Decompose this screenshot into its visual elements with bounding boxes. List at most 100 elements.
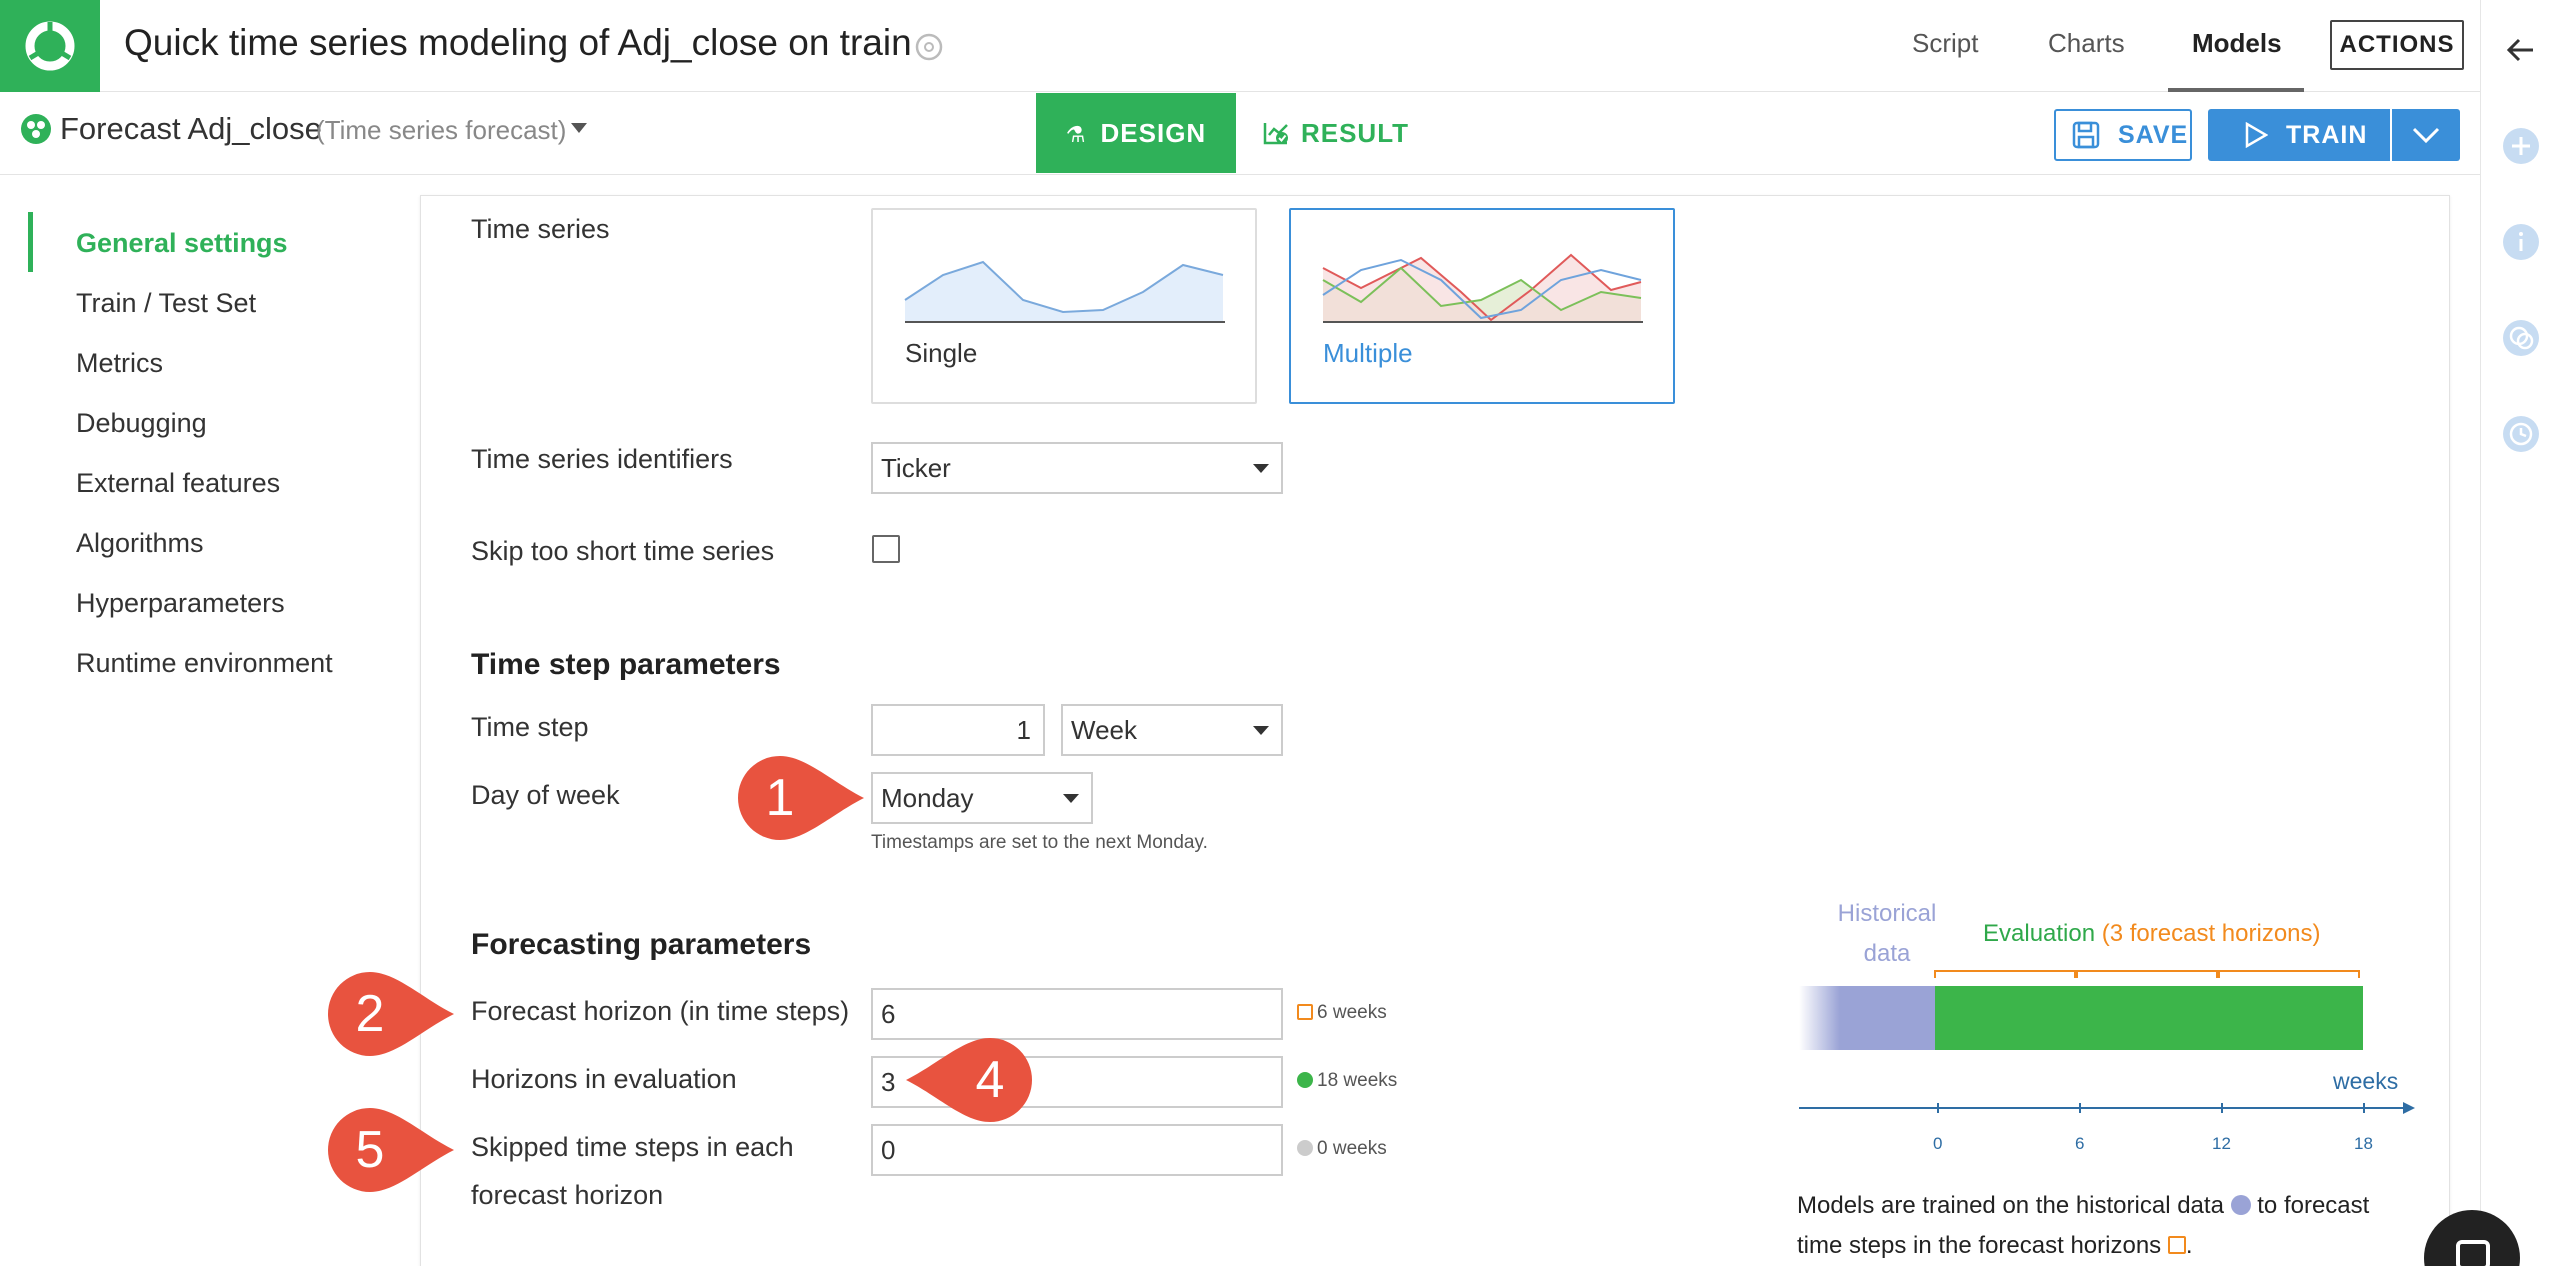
nav-algorithms[interactable]: Algorithms <box>76 528 204 559</box>
historical-swatch <box>2230 1195 2251 1215</box>
axis-arrowhead <box>2403 1102 2415 1114</box>
nav-train-test-set[interactable]: Train / Test Set <box>76 288 256 319</box>
horizon-unit: 6 weeks <box>1297 1002 1387 1024</box>
description-part1: Models are trained on the historical dat… <box>1797 1192 2224 1219</box>
multiple-series-card[interactable]: Multiple <box>1289 208 1675 404</box>
active-tab-indicator <box>2168 88 2304 92</box>
description-part3: time steps in the forecast horizons <box>1797 1232 2162 1259</box>
evaluation-label: Horizons in evaluation <box>471 1064 737 1094</box>
caret-down-icon <box>1253 726 1269 735</box>
multiple-series-chart-icon <box>1322 253 1643 323</box>
tick-label-6: 6 <box>2075 1134 2085 1153</box>
skipped-swatch <box>1297 1140 1313 1156</box>
arrow-left-icon[interactable] <box>2501 30 2541 70</box>
time-series-label: Time series <box>471 214 610 244</box>
single-series-chart-icon <box>904 260 1225 323</box>
caret-down-icon[interactable] <box>570 121 588 135</box>
day-of-week-select[interactable]: Monday <box>871 772 1093 824</box>
nav-hyperparameters[interactable]: Hyperparameters <box>76 588 285 619</box>
horizon-bracket <box>2218 970 2360 978</box>
result-label: RESULT <box>1300 118 1410 148</box>
diagram-description: Models are trained on the historical dat… <box>1797 1192 2370 1259</box>
callout-4-number: 4 <box>975 1051 1005 1109</box>
skipped-label-line1: Skipped time steps in each <box>471 1132 794 1162</box>
save-label: SAVE <box>2118 121 2189 149</box>
chart-check-icon <box>1263 123 1288 145</box>
horizon-unit-text: 6 weeks <box>1317 1002 1387 1023</box>
horizon-bracket <box>2076 970 2218 978</box>
skip-short-label: Skip too short time series <box>471 536 775 566</box>
tab-charts[interactable]: Charts <box>2048 28 2125 59</box>
day-of-week-label: Day of week <box>471 780 620 810</box>
tab-models[interactable]: Models <box>2192 28 2282 59</box>
right-rail <box>2480 0 2560 1266</box>
multiple-card-label: Multiple <box>1323 338 1413 368</box>
tab-script[interactable]: Script <box>1912 28 1978 59</box>
train-dropdown-button[interactable] <box>2392 109 2460 161</box>
historical-label-line2: data <box>1863 940 1911 967</box>
discussions-icon[interactable] <box>2501 318 2541 358</box>
time-step-label: Time step <box>471 712 589 742</box>
callout-1: 1 <box>736 754 866 847</box>
time-step-unit-value: Week <box>1071 715 1137 745</box>
time-step-input[interactable]: 1 <box>871 704 1045 756</box>
flask-icon: ⚗ <box>1065 122 1087 147</box>
horizon-bracket <box>1934 970 2076 978</box>
tag-icon[interactable] <box>914 32 944 62</box>
train-button[interactable]: TRAIN <box>2208 109 2390 161</box>
nav-general-settings[interactable]: General settings <box>76 228 288 259</box>
horizon-input[interactable]: 6 <box>871 988 1283 1040</box>
skipped-unit-text: 0 weeks <box>1317 1138 1387 1159</box>
history-icon[interactable] <box>2501 414 2541 454</box>
tab-design[interactable]: ⚗ DESIGN <box>1036 93 1236 173</box>
skip-short-checkbox[interactable] <box>872 535 900 563</box>
identifiers-label: Time series identifiers <box>471 444 733 474</box>
nav-metrics[interactable]: Metrics <box>76 348 163 379</box>
skipped-unit: 0 weeks <box>1297 1138 1387 1160</box>
evaluation-unit-text: 18 weeks <box>1317 1070 1398 1091</box>
callout-5: 5 <box>326 1106 456 1199</box>
horizon-swatch <box>1297 1004 1313 1020</box>
model-type: (Time series forecast) <box>316 115 567 145</box>
analysis-bar: Forecast Adj_close (Time series forecast… <box>0 93 2480 175</box>
nav-external-features[interactable]: External features <box>76 468 280 499</box>
model-name[interactable]: Forecast Adj_close <box>60 111 322 147</box>
chat-icon <box>2456 1240 2490 1266</box>
evaluation-caption: Evaluation (3 forecast horizons) <box>1983 920 2321 948</box>
tick-label-12: 12 <box>2212 1134 2231 1153</box>
single-series-card[interactable]: Single <box>871 208 1257 404</box>
save-icon <box>2072 121 2100 149</box>
day-of-week-hint: Timestamps are set to the next Monday. <box>871 832 1208 853</box>
identifiers-select[interactable]: Ticker <box>871 442 1283 494</box>
identifiers-value: Ticker <box>881 453 951 483</box>
time-step-section-title: Time step parameters <box>471 648 781 681</box>
callout-2-number: 2 <box>355 985 385 1043</box>
skipped-label-line2: forecast horizon <box>471 1180 664 1210</box>
forecast-horizon-diagram <box>1799 970 2415 1114</box>
tab-result[interactable]: RESULT <box>1236 93 1436 173</box>
active-nav-indicator <box>28 212 33 272</box>
page-title: Quick time series modeling of Adj_close … <box>124 22 912 63</box>
nav-runtime-environment[interactable]: Runtime environment <box>76 648 333 679</box>
single-card-label: Single <box>905 338 978 368</box>
app-logo[interactable] <box>0 0 100 92</box>
evaluation-swatch <box>1297 1072 1313 1088</box>
save-button[interactable]: SAVE <box>2054 109 2192 161</box>
actions-button[interactable]: ACTIONS <box>2330 20 2464 70</box>
evaluation-caption-text: Evaluation <box>1983 920 2102 947</box>
callout-1-number: 1 <box>765 769 795 827</box>
caret-down-icon <box>1063 794 1079 803</box>
top-bar: Quick time series modeling of Adj_close … <box>0 0 2480 92</box>
train-label: TRAIN <box>2286 121 2368 149</box>
nav-debugging[interactable]: Debugging <box>76 408 207 439</box>
plus-icon[interactable] <box>2501 126 2541 166</box>
day-of-week-value: Monday <box>881 783 974 813</box>
general-settings-panel: Time series Single Multiple Time series … <box>420 195 2450 1266</box>
evaluation-caption-suffix: (3 forecast horizons) <box>2101 920 2321 947</box>
info-icon[interactable] <box>2501 222 2541 262</box>
time-step-unit-select[interactable]: Week <box>1061 704 1283 756</box>
dataiku-logo-icon <box>25 21 75 71</box>
skipped-input[interactable]: 0 <box>871 1124 1283 1176</box>
horizon-swatch-inline <box>2167 1236 2186 1254</box>
horizon-label: Forecast horizon (in time steps) <box>471 996 850 1026</box>
